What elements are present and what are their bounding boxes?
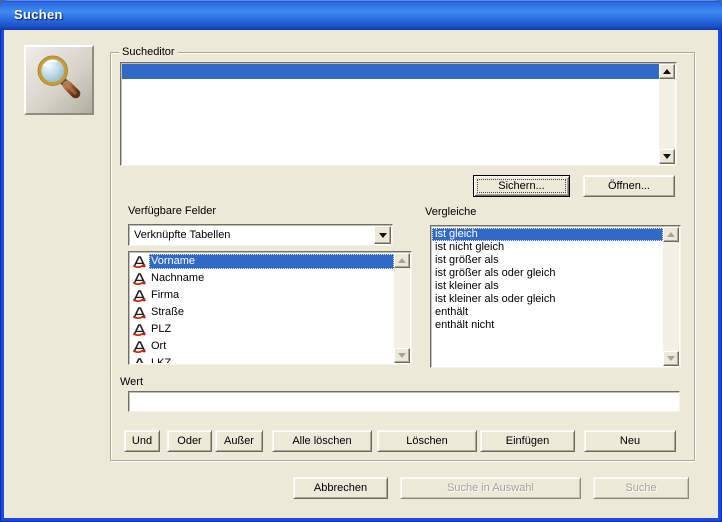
field-a-red-arrow-icon bbox=[132, 306, 147, 320]
arrow-up-icon bbox=[663, 69, 671, 74]
search-button-label: Suche bbox=[625, 482, 657, 494]
field-list-item-label: Straße bbox=[151, 306, 185, 318]
cancel-button[interactable]: Abbrechen bbox=[293, 477, 388, 499]
arrow-down-icon bbox=[398, 353, 406, 358]
clear-all-button-label: Alle löschen bbox=[292, 435, 352, 447]
dialog-body: Sucheditor Sichern... Öffnen... Verfügba… bbox=[4, 30, 718, 518]
open-button[interactable]: Öffnen... bbox=[583, 175, 675, 197]
scroll-up-button bbox=[663, 227, 679, 242]
field-a-red-arrow-icon bbox=[132, 340, 147, 354]
sucheditor-group-label: Sucheditor bbox=[119, 46, 178, 59]
titlebar[interactable]: Suchen bbox=[0, 0, 722, 30]
field-list-item-label: PLZ bbox=[151, 323, 172, 335]
delete-button[interactable]: Löschen bbox=[377, 430, 477, 452]
tables-combobox[interactable]: Verknüpfte Tabellen bbox=[128, 224, 393, 246]
field-list[interactable]: Vorname Nachname Firma Straße PLZ Ort LK… bbox=[128, 251, 412, 365]
comparison-list-item[interactable]: ist größer als oder gleich bbox=[432, 267, 663, 280]
search-in-selection-button-label: Suche in Auswahl bbox=[447, 482, 534, 494]
search-dialog: Suchen Sucheditor Sichern... Öffnen... V… bbox=[0, 0, 722, 522]
except-button-label: Außer bbox=[224, 435, 254, 447]
and-button[interactable]: Und bbox=[124, 430, 160, 452]
field-list-item[interactable]: LKZ bbox=[130, 355, 394, 363]
field-list-item-label: Nachname bbox=[151, 272, 205, 284]
field-a-red-arrow-icon bbox=[132, 272, 147, 286]
comparison-list-item[interactable]: ist nicht gleich bbox=[432, 241, 663, 254]
magnifier-icon bbox=[34, 53, 84, 108]
arrow-up-icon bbox=[398, 258, 406, 263]
search-editor-selected-row[interactable] bbox=[122, 64, 659, 79]
field-list-item[interactable]: Ort bbox=[130, 338, 394, 355]
scroll-down-button bbox=[394, 348, 410, 363]
field-list-item-label: LKZ bbox=[151, 357, 172, 363]
search-editor-scrollbar[interactable] bbox=[659, 64, 675, 164]
and-button-label: Und bbox=[131, 435, 153, 447]
field-list-item-label: Ort bbox=[151, 340, 167, 352]
comparison-list-scrollbar bbox=[663, 227, 679, 366]
field-a-red-arrow-icon bbox=[132, 323, 147, 337]
comparison-list[interactable]: ist gleich ist nicht gleich ist größer a… bbox=[430, 225, 681, 368]
comparison-list-item[interactable]: ist kleiner als bbox=[432, 280, 663, 293]
combobox-dropdown-button[interactable] bbox=[374, 226, 391, 244]
search-in-selection-button: Suche in Auswahl bbox=[400, 477, 581, 499]
field-list-item[interactable]: Nachname bbox=[130, 270, 394, 287]
comparison-list-item[interactable]: enthält nicht bbox=[432, 319, 663, 332]
insert-button-label: Einfügen bbox=[505, 435, 550, 447]
chevron-down-icon bbox=[378, 232, 387, 238]
field-list-item[interactable]: Firma bbox=[130, 287, 394, 304]
except-button[interactable]: Außer bbox=[215, 430, 263, 452]
field-list-item-label: Firma bbox=[151, 289, 180, 301]
available-fields-label: Verfügbare Felder bbox=[128, 205, 217, 217]
value-input[interactable] bbox=[128, 391, 680, 412]
field-list-item-label: Vorname bbox=[149, 254, 394, 269]
comparisons-label: Vergleiche bbox=[425, 206, 477, 218]
new-button-label: Neu bbox=[619, 435, 641, 447]
search-button: Suche bbox=[593, 477, 689, 499]
comparison-list-item[interactable]: enthält bbox=[432, 306, 663, 319]
tables-combobox-value: Verknüpfte Tabellen bbox=[134, 229, 231, 241]
value-label: Wert bbox=[120, 376, 144, 388]
cancel-button-label: Abbrechen bbox=[313, 482, 368, 494]
scroll-up-button bbox=[394, 253, 410, 268]
comparison-list-item[interactable]: ist kleiner als oder gleich bbox=[432, 293, 663, 306]
clear-all-button[interactable]: Alle löschen bbox=[272, 430, 372, 452]
arrow-down-icon bbox=[663, 154, 671, 159]
field-a-red-arrow-icon bbox=[132, 357, 147, 363]
or-button-label: Oder bbox=[177, 435, 202, 447]
field-list-item[interactable]: PLZ bbox=[130, 321, 394, 338]
scroll-down-button bbox=[663, 351, 679, 366]
scroll-up-button[interactable] bbox=[659, 64, 675, 79]
field-list-scrollbar[interactable] bbox=[394, 253, 410, 363]
arrow-down-icon bbox=[667, 356, 675, 361]
new-button[interactable]: Neu bbox=[584, 430, 676, 452]
field-a-red-arrow-icon bbox=[132, 289, 147, 303]
save-button-label: Sichern... bbox=[498, 180, 545, 192]
field-list-item[interactable]: Straße bbox=[130, 304, 394, 321]
or-button[interactable]: Oder bbox=[167, 430, 212, 452]
dialog-icon-panel bbox=[24, 45, 94, 115]
open-button-label: Öffnen... bbox=[608, 180, 650, 192]
comparison-list-item[interactable]: ist gleich bbox=[432, 228, 663, 241]
scroll-down-button[interactable] bbox=[659, 149, 675, 164]
delete-button-label: Löschen bbox=[406, 435, 448, 447]
field-list-item[interactable]: Vorname bbox=[130, 253, 394, 270]
comparison-list-item[interactable]: ist größer als bbox=[432, 254, 663, 267]
arrow-up-icon bbox=[667, 232, 675, 237]
field-a-red-arrow-icon bbox=[132, 255, 147, 269]
insert-button[interactable]: Einfügen bbox=[480, 430, 575, 452]
window-title: Suchen bbox=[14, 7, 63, 22]
save-button[interactable]: Sichern... bbox=[473, 175, 570, 197]
search-editor-list[interactable] bbox=[120, 62, 677, 166]
